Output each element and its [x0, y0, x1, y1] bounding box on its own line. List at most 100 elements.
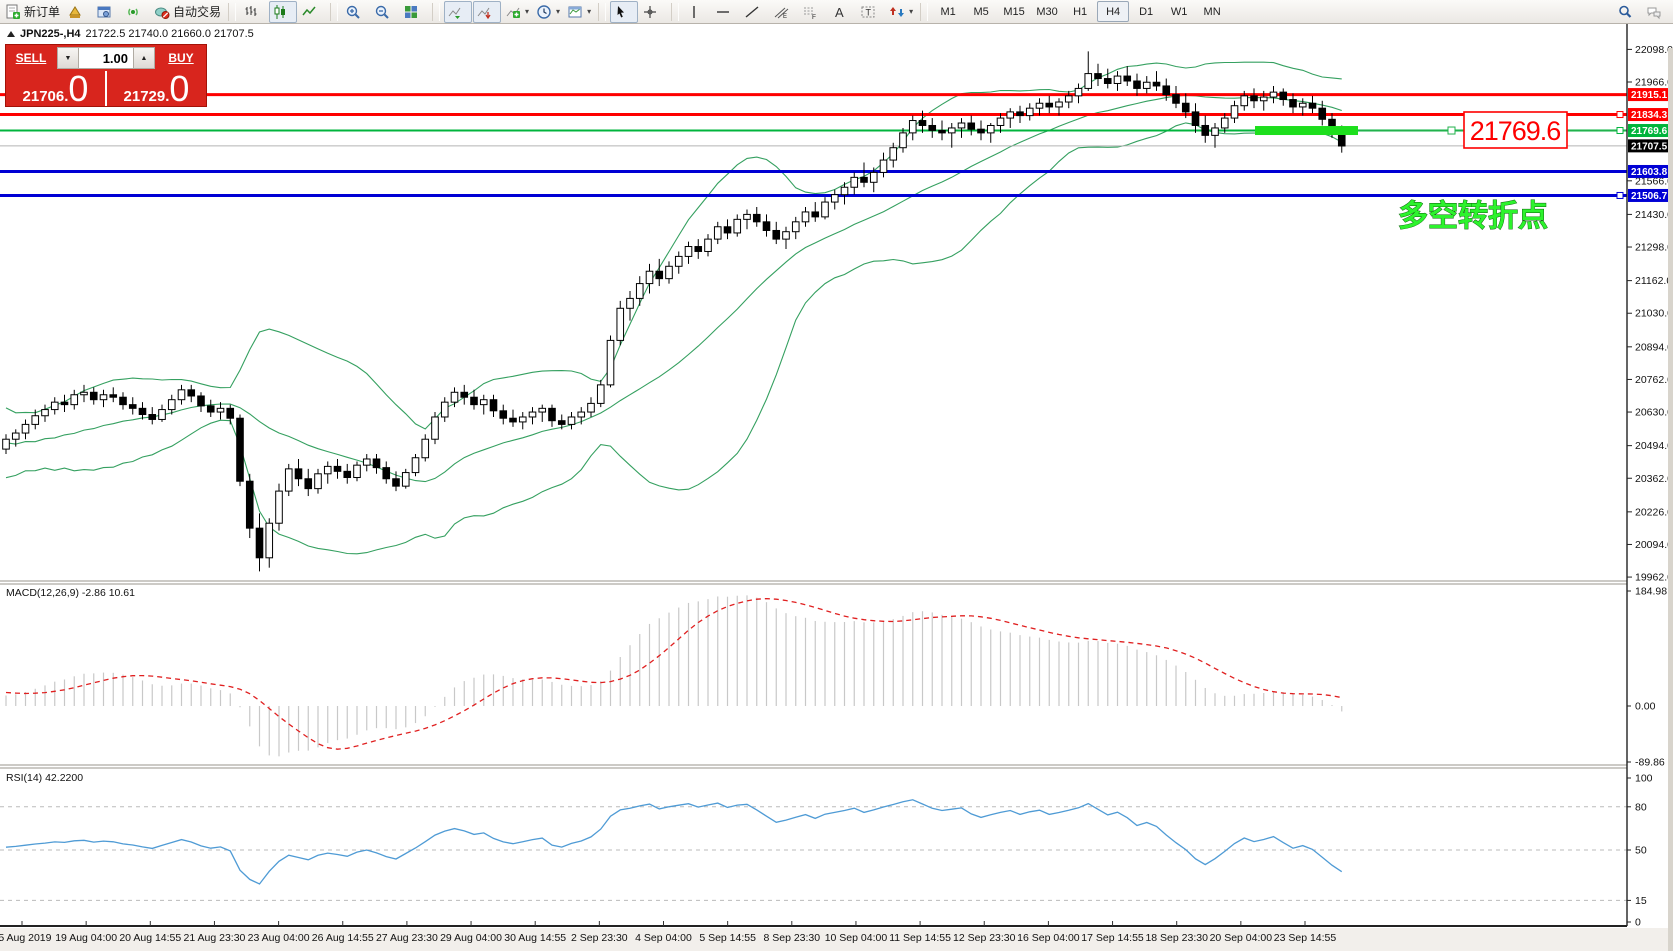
price-badge-label: 21915.1 — [1631, 90, 1668, 101]
tile-windows-icon — [403, 4, 419, 20]
bar-chart-button[interactable] — [240, 1, 268, 23]
time-label: 12 Sep 23:30 — [953, 932, 1016, 944]
time-axis[interactable]: 15 Aug 201919 Aug 04:0020 Aug 14:5521 Au… — [0, 921, 1673, 951]
hline-anchor-handle[interactable] — [1448, 127, 1455, 134]
chevron-down-icon[interactable]: ▾ — [525, 7, 529, 16]
symbol-period-label: JPN225-,H4 — [20, 28, 81, 40]
main-toolbar: 新订单 自动交易 ▾ ▾ ▾ EFA T ▾ M1M5M15M30H1H4D1W1MN — [0, 0, 1673, 24]
hline-anchor[interactable] — [1617, 192, 1623, 198]
timeframe-button-w1[interactable]: W1 — [1163, 1, 1195, 22]
volume-up-button[interactable]: ▲ — [133, 47, 155, 69]
hline-anchor[interactable] — [1617, 128, 1623, 134]
auto-scroll-button[interactable] — [444, 1, 472, 23]
line-chart-icon — [301, 4, 317, 20]
timeframe-button-m30[interactable]: M30 — [1031, 1, 1063, 22]
chart-annotation: 多空转折点 — [1398, 200, 1548, 233]
collapse-arrow-icon[interactable] — [7, 31, 15, 37]
data-window-button[interactable] — [93, 1, 121, 23]
text-a-icon: A — [831, 4, 847, 20]
zoom-in-button[interactable] — [342, 1, 370, 23]
macd-axis-label: -89.86 — [1635, 757, 1665, 769]
vertical-line-icon — [686, 4, 702, 20]
crosshair-icon — [642, 4, 658, 20]
cursor-button[interactable] — [610, 1, 638, 23]
time-label: 18 Sep 23:30 — [1145, 932, 1208, 944]
arrows-button[interactable]: ▾ — [886, 1, 916, 23]
window-right-edge — [1668, 48, 1673, 951]
rsi-label: RSI(14) 42.2200 — [6, 772, 83, 784]
timeframe-button-d1[interactable]: D1 — [1130, 1, 1162, 22]
sell-price-main: 21706 — [23, 89, 65, 104]
text-label-icon: T — [860, 4, 876, 20]
timeframe-button-m15[interactable]: M15 — [998, 1, 1030, 22]
rsi-axis-label: 0 — [1635, 917, 1641, 929]
price-tick-label: 21162.0 — [1635, 275, 1672, 287]
indicators-button[interactable]: ▾ — [502, 1, 532, 23]
green-highlight-segment[interactable] — [1255, 126, 1358, 135]
crosshair-button[interactable] — [639, 1, 667, 23]
chart-window: 21769.6 多空转折点 MACD(12,26,9) -2.86 10.61 RSI… — [0, 24, 1673, 951]
market-watch-button[interactable] — [64, 1, 92, 23]
ohlc-values: 21722.5 21740.0 21660.0 21707.5 — [86, 28, 254, 40]
time-label: 4 Sep 04:00 — [635, 932, 692, 944]
macd-label: MACD(12,26,9) -2.86 10.61 — [6, 587, 135, 599]
candlestick-icon — [272, 4, 288, 20]
time-label: 30 Aug 14:55 — [504, 932, 566, 944]
zoom-out-button[interactable] — [371, 1, 399, 23]
chevron-down-icon[interactable]: ▾ — [909, 7, 913, 16]
time-label: 2 Sep 23:30 — [571, 932, 628, 944]
time-label: 8 Sep 23:30 — [763, 932, 820, 944]
chart-shift-button[interactable] — [473, 1, 501, 23]
chevron-down-icon[interactable]: ▾ — [556, 7, 560, 16]
chat-button[interactable] — [1643, 1, 1671, 23]
text-button[interactable]: A — [828, 1, 856, 23]
buy-button[interactable]: BUY — [156, 45, 206, 71]
auto-trading-button[interactable]: 自动交易 — [151, 1, 224, 23]
time-label: 20 Sep 04:00 — [1210, 932, 1273, 944]
hline-anchor[interactable] — [1617, 112, 1623, 118]
sell-price[interactable]: 21706.0 — [6, 71, 107, 106]
templates-button[interactable]: ▾ — [564, 1, 594, 23]
tile-windows-button[interactable] — [400, 1, 428, 23]
periods-button[interactable]: ▾ — [533, 1, 563, 23]
rsi-axis-label: 15 — [1635, 895, 1647, 907]
chevron-down-icon[interactable]: ▾ — [587, 7, 591, 16]
zoom-out-icon — [374, 4, 390, 20]
volume-down-button[interactable]: ▼ — [57, 47, 79, 69]
timeframe-button-h4[interactable]: H4 — [1097, 1, 1129, 22]
text-label-button[interactable]: T — [857, 1, 885, 23]
horizontal-line-button[interactable] — [712, 1, 740, 23]
price-badge-label: 21506.7 — [1631, 191, 1668, 202]
timeframe-button-mn[interactable]: MN — [1196, 1, 1228, 22]
timeframe-button-m1[interactable]: M1 — [932, 1, 964, 22]
chart-canvas[interactable]: 21769.6 多空转折点 MACD(12,26,9) -2.86 10.61 RSI… — [0, 24, 1673, 951]
price-badge-label: 21603.8 — [1631, 167, 1668, 178]
rsi-axis-label: 100 — [1635, 773, 1653, 785]
line-chart-button[interactable] — [298, 1, 326, 23]
buy-price[interactable]: 21729.0 — [107, 71, 206, 106]
timeframe-button-h1[interactable]: H1 — [1064, 1, 1096, 22]
toolbar-separator — [671, 3, 679, 21]
time-label: 10 Sep 04:00 — [825, 932, 888, 944]
search-button[interactable] — [1614, 1, 1642, 23]
chat-icon — [1646, 4, 1662, 20]
macd-axis-label: 184.98 — [1635, 586, 1667, 598]
trendline-button[interactable] — [741, 1, 769, 23]
vertical-line-button[interactable] — [683, 1, 711, 23]
search-icon — [1617, 4, 1633, 20]
fibonacci-button[interactable]: F — [799, 1, 827, 23]
timeframe-button-m5[interactable]: M5 — [965, 1, 997, 22]
svg-text:T: T — [866, 7, 872, 17]
channel-button[interactable]: E — [770, 1, 798, 23]
toolbar-separator — [330, 3, 338, 21]
time-label: 20 Aug 14:55 — [119, 932, 181, 944]
fibonacci-icon: F — [802, 4, 818, 20]
candlestick-chart-button[interactable] — [269, 1, 297, 23]
volume-input[interactable]: 1.00 — [79, 47, 133, 69]
new-order-button[interactable]: 新订单 — [2, 1, 63, 23]
big-price-label: 21769.6 — [1470, 116, 1561, 146]
sell-button[interactable]: SELL — [6, 45, 56, 71]
signal-button[interactable] — [122, 1, 150, 23]
horizontal-line-icon — [715, 4, 731, 20]
macd-axis-label: 0.00 — [1635, 701, 1656, 713]
